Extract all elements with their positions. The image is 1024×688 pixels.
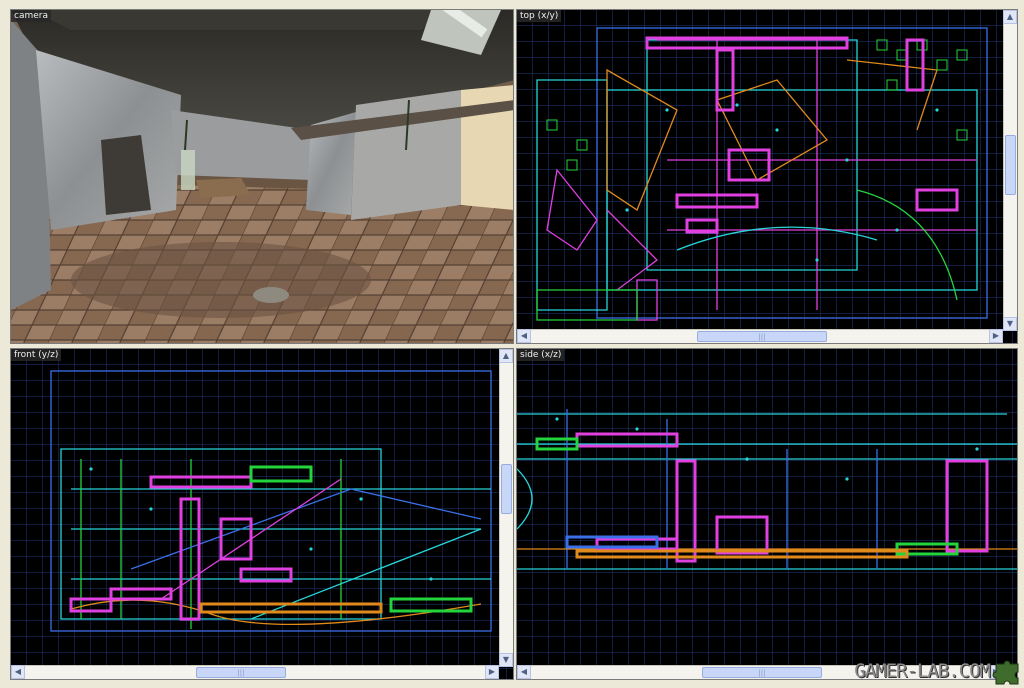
front-scroll-down-button[interactable]: ▼ [499,653,513,667]
front-vertical-scrollbar[interactable]: ▲ ▼ [499,349,513,667]
top-scroll-up-button[interactable]: ▲ [1003,10,1017,24]
puzzle-logo-icon [992,660,1019,685]
front-scroll-up-button[interactable]: ▲ [499,349,513,363]
top-scroll-right-button[interactable]: ▶ [989,329,1003,343]
front-scroll-left-button[interactable]: ◀ [11,665,25,679]
top-viewport-label: top (x/y) [517,10,562,22]
top-wireframe [517,10,1017,343]
top-vscroll-thumb[interactable] [1005,135,1016,195]
side-hscroll-thumb[interactable]: ||| [702,667,822,678]
side-viewport[interactable]: side (x/z) ◀ ||| [516,348,1018,680]
side-viewport-label: side (x/z) [517,349,565,361]
camera-3d-render [11,10,513,343]
front-wireframe [11,349,513,679]
top-horizontal-scrollbar[interactable]: ◀ ||| ▶ [517,329,1003,343]
top-scroll-left-button[interactable]: ◀ [517,329,531,343]
top-hscroll-thumb[interactable]: ||| [697,331,827,342]
front-vscroll-thumb[interactable] [501,464,512,514]
camera-viewport-label: camera [11,10,51,22]
front-viewport[interactable]: front (y/z) ▲ ▼ ◀ ||| ▶ [10,348,514,680]
side-wireframe [517,349,1017,679]
front-scroll-right-button[interactable]: ▶ [485,665,499,679]
top-vertical-scrollbar[interactable]: ▲ ▼ [1003,10,1017,331]
watermark-text: GAMER-LAB.COM [854,660,991,682]
side-scroll-left-button[interactable]: ◀ [517,665,531,679]
top-viewport[interactable]: top (x/y) ▲ ▼ ◀ ||| ▶ [516,9,1018,344]
front-viewport-label: front (y/z) [11,349,62,361]
gamer-lab-watermark: GAMER-LAB.COM [854,654,1022,688]
front-horizontal-scrollbar[interactable]: ◀ ||| ▶ [11,665,499,679]
top-scroll-down-button[interactable]: ▼ [1003,317,1017,331]
camera-viewport[interactable]: camera [10,9,514,344]
front-hscroll-thumb[interactable]: ||| [196,667,286,678]
